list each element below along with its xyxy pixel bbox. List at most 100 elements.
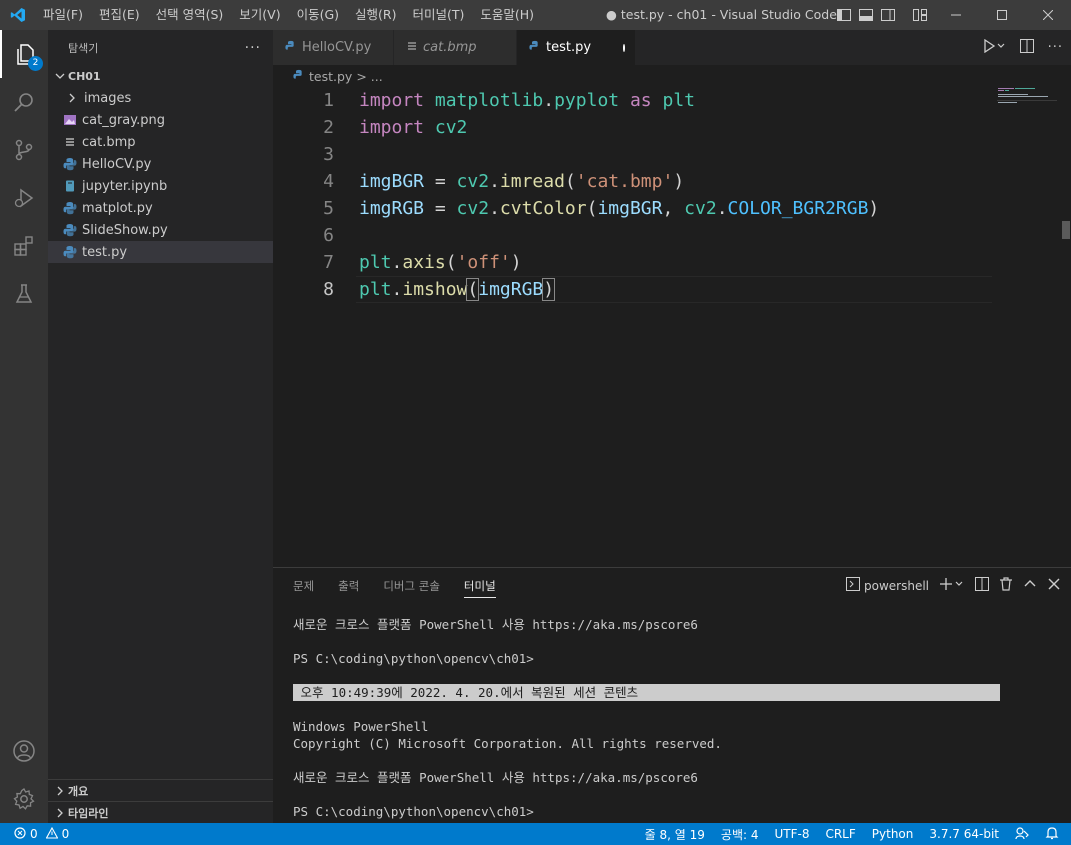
maximize-panel-icon[interactable] [1023,577,1037,594]
tab-label: cat.bmp [423,40,477,55]
menu-view[interactable]: 보기(V) [231,0,288,30]
extensions-icon[interactable] [0,222,48,270]
more-actions-icon[interactable]: ··· [1048,40,1063,55]
notifications-bell-icon[interactable] [1045,826,1059,843]
text-file-icon [406,40,418,56]
code-line: 3 [273,141,993,168]
line-number: 5 [323,198,334,219]
tab-problems[interactable]: 문제 [293,578,314,594]
tree-item-slideshow-py[interactable]: SlideShow.py [48,219,273,241]
shell-name[interactable]: powershell [864,579,929,593]
menu-file[interactable]: 파일(F) [35,0,91,30]
tab-label: HelloCV.py [302,40,372,55]
code-editor[interactable]: 1 import matplotlib.pyplot as plt 2 impo… [273,87,1071,567]
folder-name: CH01 [68,69,101,83]
search-icon[interactable] [0,78,48,126]
tab-terminal[interactable]: 터미널 [463,578,496,598]
tree-item-label: HelloCV.py [82,156,152,172]
tree-item-matplot-py[interactable]: matplot.py [48,197,273,219]
timeline-section[interactable]: 타임라인 [48,801,273,823]
tab-debug-console[interactable]: 디버그 콘솔 [383,578,440,594]
problems-status[interactable]: 0 0 [0,826,70,842]
code-line: 6 [273,222,993,249]
tab-output[interactable]: 출력 [338,578,359,594]
line-number: 6 [323,225,334,246]
settings-gear-icon[interactable] [0,775,48,823]
terminal-line: PS C:\coding\python\opencv\ch01> [293,651,534,666]
chevron-right-icon [64,90,80,106]
explorer-badge: 2 [28,56,43,71]
python-file-icon [62,222,78,238]
tree-item-cat-gray-png[interactable]: cat_gray.png [48,109,273,131]
folder-section-ch01[interactable]: CH01 [48,65,273,87]
indentation[interactable]: 공백: 4 [721,826,759,843]
menu-edit[interactable]: 편집(E) [91,0,148,30]
encoding[interactable]: UTF-8 [774,827,809,841]
tree-item-jupyter-ipynb[interactable]: jupyter.ipynb [48,175,273,197]
tab-cat-bmp[interactable]: cat.bmp [394,30,517,65]
toggle-secondary-sidebar-icon[interactable] [880,8,896,22]
line-number: 4 [323,171,334,192]
tree-item-test-py[interactable]: test.py [48,241,273,263]
cursor-position[interactable]: 줄 8, 열 19 [645,826,705,843]
outline-section[interactable]: 개요 [48,779,273,801]
source-control-icon[interactable] [0,126,48,174]
code-text: plt.imshow(imgRGB) [359,278,556,301]
tree-item-label: jupyter.ipynb [82,178,168,194]
line-ending[interactable]: CRLF [825,827,855,841]
breadcrumb: test.py > ... [273,65,1071,87]
code-line: 4 imgBGR = cv2.imread('cat.bmp') [273,168,993,195]
close-window-icon[interactable] [1025,0,1071,30]
trash-icon[interactable] [999,577,1013,594]
tab-test-py[interactable]: test.py [517,30,636,65]
run-play-icon[interactable] [983,38,1006,57]
tree-item-cat-bmp[interactable]: cat.bmp [48,131,273,153]
menu-selection[interactable]: 선택 영역(S) [148,0,232,30]
python-interpreter[interactable]: 3.7.7 64-bit [929,827,999,841]
menu-help[interactable]: 도움말(H) [472,0,542,30]
menu-run[interactable]: 실행(R) [347,0,404,30]
testing-flask-icon[interactable] [0,270,48,318]
customize-layout-icon[interactable] [912,8,928,22]
terminal-output[interactable]: 새로운 크로스 플랫폼 PowerShell 사용 https://aka.ms… [293,616,1053,820]
accounts-icon[interactable] [0,727,48,775]
terminal-icon [846,577,860,594]
editor-scrollbar[interactable] [1062,221,1070,239]
maximize-icon[interactable] [979,0,1025,30]
bottom-panel: 문제 출력 디버그 콘솔 터미널 powershell 새로운 크로스 플랫폼 … [273,567,1071,823]
layout-controls [836,0,928,30]
close-panel-icon[interactable] [1047,577,1061,594]
explorer-icon[interactable]: 2 [0,30,48,78]
toggle-panel-icon[interactable] [858,8,874,22]
run-debug-icon[interactable] [0,174,48,222]
minimize-icon[interactable] [933,0,979,30]
panel-actions: powershell [846,568,1061,603]
toggle-sidebar-icon[interactable] [836,8,852,22]
warning-count: 0 [61,827,70,841]
menu-go[interactable]: 이동(G) [289,0,347,30]
unsaved-dot-icon[interactable] [623,43,625,52]
code-text: import matplotlib.pyplot as plt [359,90,696,111]
code-line: 2 import cv2 [273,114,993,141]
split-terminal-icon[interactable] [975,577,989,594]
feedback-icon[interactable] [1015,826,1029,843]
code-text: imgBGR = cv2.imread('cat.bmp') [359,171,685,192]
window-controls [933,0,1071,30]
minimap[interactable] [997,87,1067,117]
menu-terminal[interactable]: 터미널(T) [405,0,473,30]
tree-item-hellocv-py[interactable]: HelloCV.py [48,153,273,175]
python-file-icon [529,40,541,56]
editor-tab-bar: HelloCV.py cat.bmp test.py ··· [273,30,1071,65]
tree-item-images[interactable]: images [48,87,273,109]
more-actions-icon[interactable]: ··· [245,40,261,56]
terminal-line: 새로운 크로스 플랫폼 PowerShell 사용 https://aka.ms… [293,770,698,785]
language-mode[interactable]: Python [872,827,914,841]
terminal-prompt: PS C:\coding\python\opencv\ch01> [293,804,534,819]
new-terminal-icon[interactable] [939,577,965,594]
breadcrumb-symbols[interactable]: > ... [356,69,382,84]
breadcrumb-file[interactable]: test.py [309,69,352,84]
tab-hellocv-py[interactable]: HelloCV.py [273,30,394,65]
tree-item-label: test.py [82,244,128,260]
split-editor-icon[interactable] [1019,38,1034,57]
error-icon [14,826,26,842]
